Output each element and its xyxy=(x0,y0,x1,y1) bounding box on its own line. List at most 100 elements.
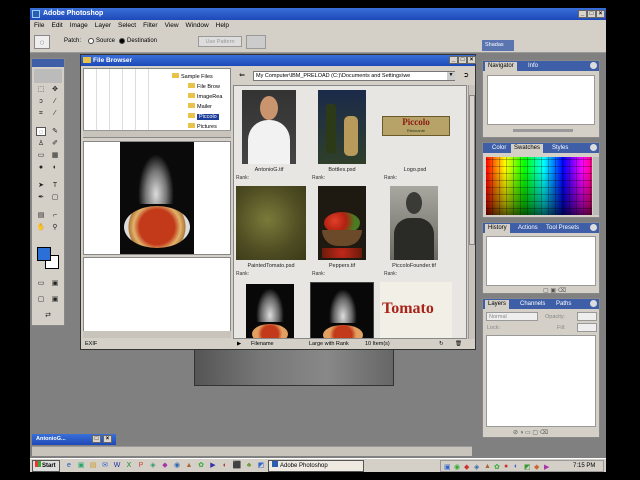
menu-layer[interactable]: Layer xyxy=(95,22,111,29)
crop-tool[interactable]: ⌗ xyxy=(36,109,46,118)
path-select-tool[interactable]: ➤ xyxy=(36,181,46,190)
palette-well-tab[interactable]: Shadas xyxy=(482,40,514,51)
tray-icon[interactable]: ▶ xyxy=(544,463,549,471)
fb-minimize-button[interactable]: _ xyxy=(449,56,458,64)
thumb-peppers[interactable] xyxy=(318,186,366,260)
tray-icon[interactable]: ▲ xyxy=(484,463,491,470)
type-tool[interactable]: T xyxy=(50,181,60,190)
tray-icon[interactable]: ▣ xyxy=(444,463,451,471)
menu-window[interactable]: Window xyxy=(186,22,209,29)
zoom-tool[interactable]: ⚲ xyxy=(50,223,60,232)
patch-tool[interactable]: ◌ xyxy=(36,127,46,136)
eraser-tool[interactable]: ▭ xyxy=(36,151,46,160)
tray-icon[interactable]: ◩ xyxy=(524,463,531,471)
quick-mask-icon[interactable]: ▭ xyxy=(36,279,46,288)
menu-select[interactable]: Select xyxy=(118,22,136,29)
thumb-bottles[interactable] xyxy=(318,90,366,164)
quicklaunch-mail-icon[interactable]: ✉ xyxy=(100,461,110,471)
magic-wand-tool[interactable]: ⁄ xyxy=(50,97,60,106)
eyedropper-tool[interactable]: ⌐ xyxy=(50,211,60,220)
quicklaunch-app-icon[interactable]: ◉ xyxy=(172,461,182,471)
pattern-swatch[interactable] xyxy=(246,35,266,49)
trash-icon[interactable]: 🗑 xyxy=(455,341,462,347)
gradient-tool[interactable]: ▦ xyxy=(50,151,60,160)
quicklaunch-folder-icon[interactable]: ▤ xyxy=(88,461,98,471)
blend-mode-select[interactable]: Normal xyxy=(486,312,538,321)
tab-styles[interactable]: Styles xyxy=(549,144,571,153)
view-dropdown[interactable]: Large with Rank xyxy=(309,341,349,347)
swatch-scrollbar[interactable] xyxy=(593,157,599,215)
mini-restore-button[interactable]: □ xyxy=(92,435,101,443)
fb-maximize-button[interactable]: □ xyxy=(458,56,467,64)
tree-item[interactable]: ImageRea xyxy=(188,93,222,100)
source-radio[interactable] xyxy=(88,38,94,44)
swatch-grid[interactable] xyxy=(486,157,592,215)
quicklaunch-app-icon[interactable]: ✿ xyxy=(196,461,206,471)
thumb-tomato[interactable]: Tomato xyxy=(380,282,452,338)
tab-color[interactable]: Color xyxy=(489,144,509,153)
tray-icon[interactable]: ● xyxy=(504,463,508,470)
task-photoshop-button[interactable]: Adobe Photoshop xyxy=(268,460,364,472)
tray-icon[interactable]: ◆ xyxy=(534,463,539,471)
start-button[interactable]: Start xyxy=(32,460,60,472)
tree-item[interactable]: Sample Files xyxy=(172,73,213,80)
menu-filter[interactable]: Filter xyxy=(143,22,157,29)
thumb-painted-tomato[interactable] xyxy=(236,186,306,260)
slice-tool[interactable]: ⁄ xyxy=(50,109,60,118)
lasso-tool[interactable]: ↄ xyxy=(36,97,46,106)
quicklaunch-app-icon[interactable]: ▲ xyxy=(184,461,194,471)
dodge-tool[interactable]: ◐ xyxy=(50,163,60,172)
rotate-icon[interactable]: ↻ xyxy=(439,341,444,347)
tree-item[interactable]: Mailer xyxy=(188,103,212,110)
quicklaunch-app-icon[interactable]: ♣ xyxy=(244,461,254,471)
close-button[interactable]: × xyxy=(596,10,605,18)
minimized-window[interactable]: AntonioG... □ × xyxy=(32,434,116,445)
hand-tool[interactable]: ✋ xyxy=(36,223,46,232)
palette-menu-icon[interactable] xyxy=(590,300,597,307)
path-back-button[interactable]: ⇐ xyxy=(237,71,247,81)
tab-info[interactable]: Info xyxy=(525,62,541,71)
quicklaunch-app-icon[interactable]: ⬛ xyxy=(232,461,242,471)
tray-icon[interactable]: ◆ xyxy=(464,463,469,471)
path-dropdown[interactable]: My Computer\IBM_PRELOAD (C:)\Documents a… xyxy=(253,71,455,81)
menu-image[interactable]: Image xyxy=(70,22,88,29)
tab-tool-presets[interactable]: Tool Presets xyxy=(543,224,582,233)
tray-icon[interactable]: ✿ xyxy=(494,463,500,471)
palette-menu-icon[interactable] xyxy=(590,224,597,231)
fill-field[interactable] xyxy=(577,323,597,332)
thumb-logo[interactable]: Piccolo Ristorante xyxy=(382,116,450,136)
scroll-thumb[interactable] xyxy=(469,95,475,245)
path-dropdown-arrow[interactable]: ▼ xyxy=(447,72,455,80)
tray-icon[interactable]: ◈ xyxy=(474,463,479,471)
thumb-pizza-2[interactable] xyxy=(310,282,374,338)
minimize-button[interactable]: _ xyxy=(578,10,587,18)
tree-scrollbar[interactable] xyxy=(83,130,231,137)
notes-tool[interactable]: ▤ xyxy=(36,211,46,220)
blur-tool[interactable]: ● xyxy=(36,163,46,172)
shape-tool[interactable]: ▢ xyxy=(50,193,60,202)
info-scrollbar[interactable] xyxy=(83,331,231,338)
quicklaunch-app-icon[interactable]: ◩ xyxy=(256,461,266,471)
quicklaunch-app-icon[interactable]: ▶ xyxy=(208,461,218,471)
marquee-tool[interactable]: ⬚ xyxy=(36,85,46,94)
sort-dropdown[interactable]: Filename xyxy=(251,341,274,347)
quicklaunch-app-icon[interactable]: ◈ xyxy=(148,461,158,471)
tab-layers[interactable]: Layers xyxy=(485,300,510,309)
sort-menu-icon[interactable]: ▶ xyxy=(237,341,241,347)
screen-mode-icon[interactable]: ▢ xyxy=(36,295,46,304)
tree-item[interactable]: Pictures xyxy=(188,123,217,130)
tab-paths[interactable]: Paths xyxy=(553,300,574,309)
menu-edit[interactable]: Edit xyxy=(51,22,62,29)
full-screen-icon[interactable]: ▣ xyxy=(50,295,60,304)
maximize-button[interactable]: □ xyxy=(587,10,596,18)
tab-history[interactable]: History xyxy=(485,224,510,233)
use-pattern-button[interactable]: Use Pattern xyxy=(198,36,242,47)
foreground-color-swatch[interactable] xyxy=(37,247,51,261)
palette-menu-icon[interactable] xyxy=(590,62,597,69)
history-brush-tool[interactable]: ✐ xyxy=(50,139,60,148)
patch-tool-icon[interactable]: ◌ xyxy=(34,35,50,49)
tree-item-selected[interactable]: Piccolo xyxy=(188,113,219,120)
pen-tool[interactable]: ✒ xyxy=(36,193,46,202)
standard-mode-icon[interactable]: ▣ xyxy=(50,279,60,288)
tab-navigator[interactable]: Navigator xyxy=(485,62,517,71)
